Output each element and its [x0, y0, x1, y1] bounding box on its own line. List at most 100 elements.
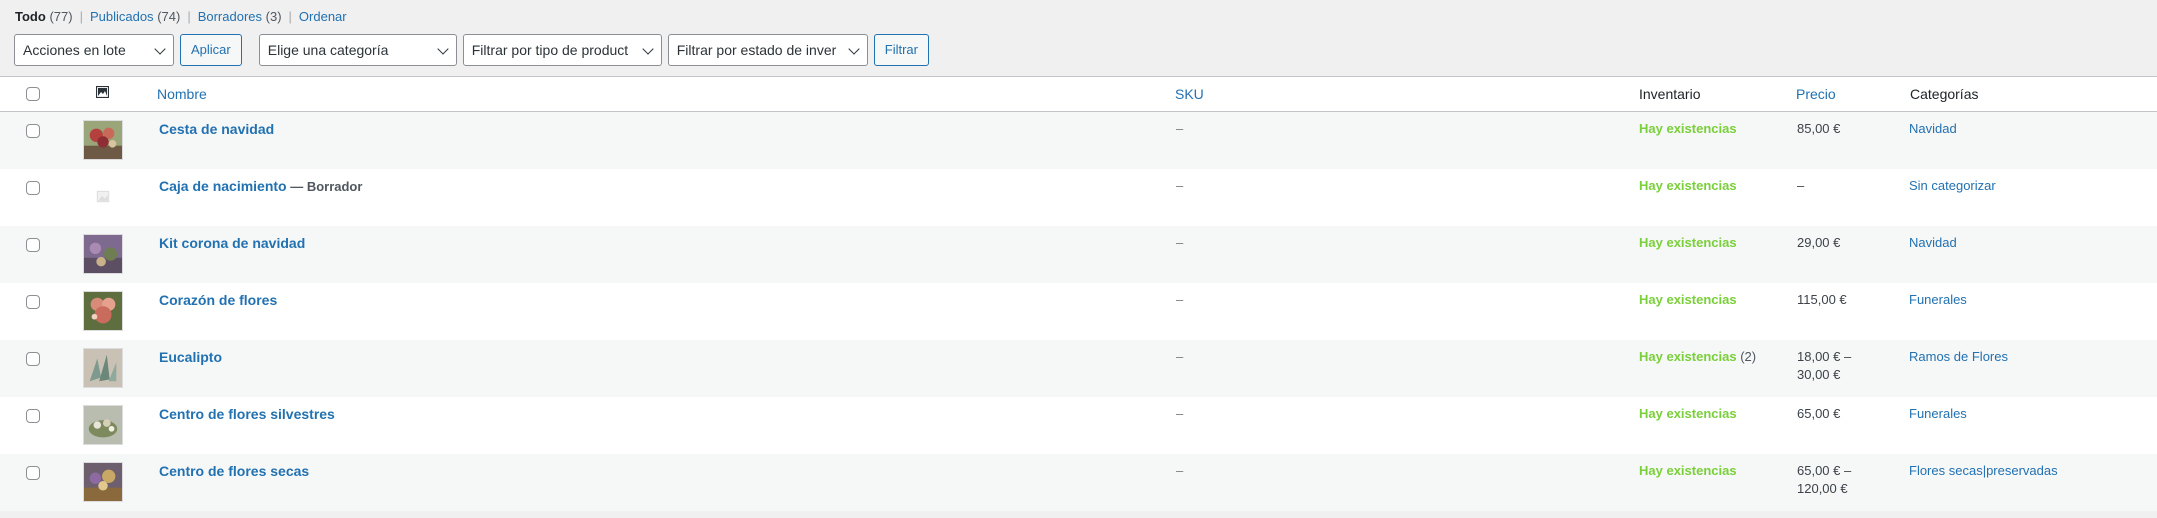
product-price: – [1797, 178, 1805, 193]
table-row: Centro de flores secas – Hay existencias… [0, 454, 2157, 511]
product-sku: – [1176, 235, 1184, 250]
product-name[interactable]: Centro de flores secas [159, 462, 309, 481]
product-sku: – [1176, 463, 1184, 478]
row-checkbox[interactable] [26, 181, 40, 195]
view-all-count: (77) [49, 9, 73, 24]
product-stock: Hay existencias [1639, 234, 1737, 252]
product-sku: – [1176, 406, 1184, 421]
stock-status: Hay existencias [1639, 121, 1737, 136]
product-name-link[interactable]: Kit corona de navidad [159, 235, 305, 251]
column-price[interactable]: Precio [1796, 85, 1836, 103]
select-all-checkbox[interactable] [26, 87, 40, 101]
view-drafts[interactable]: Borradores [198, 9, 262, 24]
product-category[interactable]: Sin categorizar [1909, 177, 1996, 195]
view-all[interactable]: Todo [15, 9, 46, 24]
product-category[interactable]: Funerales [1909, 405, 1967, 423]
column-name[interactable]: Nombre [157, 85, 207, 103]
product-name-link[interactable]: Centro de flores silvestres [159, 406, 335, 422]
product-thumbnail[interactable] [83, 234, 123, 274]
chevron-down-icon [848, 43, 860, 55]
view-separator: | [187, 9, 191, 24]
product-state: — Borrador [286, 179, 363, 194]
product-name[interactable]: Caja de nacimiento — Borrador [159, 177, 362, 196]
product-name[interactable]: Centro de flores silvestres [159, 405, 335, 424]
category-select[interactable]: Elige una categoría [258, 34, 457, 66]
row-checkbox[interactable] [26, 409, 40, 423]
apply-button[interactable]: Aplicar [180, 34, 242, 66]
chevron-down-icon [154, 43, 166, 55]
view-filters: Todo (77) | Publicados (74) | Borradores (3)… [15, 8, 347, 26]
product-thumbnail[interactable] [83, 348, 123, 388]
product-name[interactable]: Cesta de navidad [159, 120, 274, 139]
stock-status: Hay existencias [1639, 349, 1737, 364]
product-category[interactable]: Navidad [1909, 120, 1957, 138]
view-published[interactable]: Publicados [90, 9, 154, 24]
stock-status: Hay existencias [1639, 235, 1737, 250]
view-sort[interactable]: Ordenar [299, 9, 347, 24]
category-value: Elige una categoría [267, 42, 389, 58]
product-stock: Hay existencias [1639, 291, 1737, 309]
product-category[interactable]: Flores secas|preservadas [1909, 462, 2058, 480]
product-sku: – [1176, 349, 1184, 364]
table-header: Nombre SKU Inventario Precio Categorías [0, 77, 2157, 112]
row-checkbox[interactable] [26, 238, 40, 252]
product-price: 65,00 € [1797, 406, 1841, 421]
product-thumbnail[interactable] [83, 405, 123, 445]
product-category[interactable]: Funerales [1909, 291, 1967, 309]
chevron-down-icon [642, 43, 654, 55]
product-name[interactable]: Corazón de flores [159, 291, 277, 310]
product-category[interactable]: Navidad [1909, 234, 1957, 252]
product-name[interactable]: Eucalipto [159, 348, 222, 367]
stock-status: Hay existencias [1639, 406, 1737, 421]
row-checkbox[interactable] [26, 124, 40, 138]
stock-status-value: Filtrar por estado de inver [676, 42, 837, 58]
product-price: 65,00 € – 120,00 € [1797, 463, 1852, 496]
product-name[interactable]: Kit corona de navidad [159, 234, 305, 253]
product-thumbnail[interactable] [83, 120, 123, 160]
row-checkbox[interactable] [26, 295, 40, 309]
stock-status-select[interactable]: Filtrar por estado de inver [667, 34, 868, 66]
table-row: Kit corona de navidad – Hay existencias … [0, 226, 2157, 283]
product-name-link[interactable]: Cesta de navidad [159, 121, 274, 137]
bulk-actions-value: Acciones en lote [23, 42, 126, 58]
view-separator: | [79, 9, 83, 24]
product-stock: Hay existencias [1639, 462, 1737, 480]
bulk-actions-select[interactable]: Acciones en lote [14, 34, 174, 66]
product-thumbnail[interactable] [83, 291, 123, 331]
product-name-link[interactable]: Caja de nacimiento [159, 178, 287, 194]
stock-status: Hay existencias [1639, 178, 1737, 193]
product-category[interactable]: Ramos de Flores [1909, 348, 2008, 366]
column-stock: Inventario [1639, 86, 1701, 102]
product-thumbnail[interactable] [83, 462, 123, 502]
product-name-link[interactable]: Eucalipto [159, 349, 222, 365]
product-stock: Hay existencias [1639, 120, 1737, 138]
product-sku: – [1176, 121, 1184, 136]
product-name-link[interactable]: Corazón de flores [159, 292, 277, 308]
view-separator: | [288, 9, 292, 24]
product-price: 29,00 € [1797, 235, 1841, 250]
filter-button[interactable]: Filtrar [873, 34, 929, 66]
product-price: 18,00 € – 30,00 € [1797, 349, 1852, 382]
product-stock: Hay existencias [1639, 405, 1737, 423]
view-published-count: (74) [157, 9, 181, 24]
filter-bar: Acciones en lote Aplicar Elige una categ… [14, 34, 929, 66]
product-price: 115,00 € [1797, 292, 1847, 307]
image-placeholder-icon[interactable] [83, 177, 123, 217]
column-categories: Categorías [1910, 86, 1979, 102]
stock-status: Hay existencias [1639, 463, 1737, 478]
product-name-link[interactable]: Centro de flores secas [159, 463, 309, 479]
stock-status: Hay existencias [1639, 292, 1737, 307]
image-icon [96, 86, 109, 98]
table-row: Eucalipto – Hay existencias (2) 18,00 € … [0, 340, 2157, 397]
product-type-value: Filtrar por tipo de product [471, 42, 629, 58]
row-checkbox[interactable] [26, 466, 40, 480]
product-type-select[interactable]: Filtrar por tipo de product [462, 34, 662, 66]
table-row: Corazón de flores – Hay existencias 115,… [0, 283, 2157, 340]
product-price: 85,00 € [1797, 121, 1841, 136]
row-checkbox[interactable] [26, 352, 40, 366]
view-drafts-count: (3) [265, 9, 282, 24]
products-table: Nombre SKU Inventario Precio Categorías … [0, 76, 2157, 511]
product-stock: Hay existencias [1639, 177, 1737, 195]
column-sku[interactable]: SKU [1175, 85, 1204, 103]
table-row: Cesta de navidad – Hay existencias 85,00… [0, 112, 2157, 169]
